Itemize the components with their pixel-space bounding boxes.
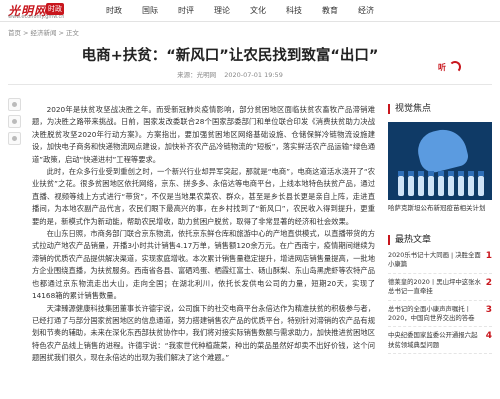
breadcrumb-section[interactable]: 经济新闻 — [30, 29, 56, 37]
article-date: 2020-07-01 19:59 — [224, 71, 283, 79]
vial-shape — [418, 176, 424, 196]
article-source: 来源：光明网 — [177, 71, 217, 79]
list-item-title: 德莱皇的2020丨黑山坪中这张水 总书记一直牵挂 — [388, 277, 481, 296]
listen-button[interactable]: 听 — [438, 61, 461, 76]
nav-item-commentary[interactable]: 时评 — [168, 0, 204, 22]
vial-shape — [448, 176, 454, 196]
main-nav: 时政 国际 时评 理论 文化 科技 教育 经济 — [96, 0, 384, 22]
vial-cap-shape — [398, 171, 404, 176]
nav-item-technology[interactable]: 科技 — [276, 0, 312, 22]
nav-item-theory[interactable]: 理论 — [204, 0, 240, 22]
right-sidebar: 视觉焦点 哈萨克斯坦公布新冠疫苗相关计划 最热文章 2020乐书记十大同画 | … — [388, 104, 492, 358]
list-item-title: 总书记的全面小康声声嘱托丨2020，中国向世界交出的答卷 — [388, 304, 475, 323]
vial-cap-shape — [478, 171, 484, 176]
rank-number: 3 — [485, 304, 492, 315]
vial-cap-shape — [418, 171, 424, 176]
nav-item-education[interactable]: 教育 — [312, 0, 348, 22]
vial-cap-shape — [468, 171, 474, 176]
rank-number: 2 — [485, 277, 492, 288]
qq-share-icon[interactable] — [8, 132, 21, 145]
nav-item-politics[interactable]: 时政 — [96, 0, 132, 22]
weibo-share-icon[interactable] — [8, 115, 21, 128]
vial-cap-shape — [438, 171, 444, 176]
vial-shape — [398, 176, 404, 196]
article-paragraph: 天津臻源健康科技集团董事长许德宇说，公司旗下的社交电商平台永倍达作为精准扶贫的积… — [32, 303, 375, 363]
focus-heading: 视觉焦点 — [388, 104, 492, 114]
list-item[interactable]: 中央纪委国家监委公开通报六起扶贫领域典型问题 4 — [388, 331, 492, 355]
nav-item-culture[interactable]: 文化 — [240, 0, 276, 22]
list-item[interactable]: 总书记的全面小康声声嘱托丨2020，中国向世界交出的答卷 3 — [388, 305, 492, 328]
article-paragraph: 2020年是扶贫攻坚战决胜之年。而受新冠肺炎疫情影响，部分贫困地区面临扶贫农畜牧… — [32, 105, 375, 164]
vial-cap-shape — [408, 171, 414, 176]
article-meta: 来源：光明网 2020-07-01 19:59 — [40, 69, 420, 79]
header-divider — [8, 84, 492, 85]
list-item-title: 2020乐书记十大同画 | 决胜全面小康篇 — [388, 251, 481, 269]
vial-cap-shape — [428, 171, 434, 176]
rank-number: 1 — [485, 251, 492, 261]
nav-item-international[interactable]: 国际 — [132, 0, 168, 22]
vial-shape — [458, 176, 464, 196]
breadcrumb-separator: > — [58, 29, 64, 37]
vial-shape — [478, 176, 484, 196]
hot-articles-heading: 最热文章 — [388, 235, 492, 245]
nav-item-economy[interactable]: 经济 — [348, 0, 384, 22]
listen-label: 听 — [438, 63, 446, 72]
article-paragraph: 在山东日照，市商务部门联合京东物流，依托京东鲜仓库和旅游中心的产地直供模式，以直… — [32, 229, 375, 301]
glove-hand-shape — [413, 124, 471, 176]
breadcrumb: 首页 > 经济新闻 > 正文 — [8, 27, 79, 37]
audio-wave-icon — [449, 61, 461, 73]
list-item[interactable]: 2020乐书记十大同画 | 决胜全面小康篇 1 — [388, 251, 492, 274]
breadcrumb-separator: > — [23, 29, 29, 37]
article-paragraph: 此时，在众多行业受到重创之时，一个新兴行业却异军突起，那就是“电商”，电商这道活… — [32, 167, 375, 226]
vial-shape — [468, 176, 474, 196]
focus-image[interactable] — [388, 122, 492, 200]
vial-shape — [428, 176, 434, 196]
list-item-title: 中央纪委国家监委公开通报六起扶贫领域典型问题 — [388, 331, 478, 349]
article-body: 2020年是扶贫攻坚战决胜之年。而受新冠肺炎疫情影响，部分贫困地区面临扶贫农畜牧… — [32, 104, 375, 365]
logo-url: www.economy.gmw.cn — [8, 14, 65, 20]
vial-cap-shape — [448, 171, 454, 176]
breadcrumb-current: 正文 — [65, 29, 79, 37]
site-logo[interactable]: 光明网 时政 www.economy.gmw.cn — [8, 2, 80, 20]
top-navigation-bar: 光明网 时政 www.economy.gmw.cn 时政 国际 时评 理论 文化… — [0, 0, 500, 22]
vial-shape — [438, 176, 444, 196]
share-bar — [8, 98, 22, 149]
focus-caption[interactable]: 哈萨克斯坦公布新冠疫苗相关计划 — [388, 204, 492, 213]
article-title: 电商+扶贫：“新风口”让农民找到致富“出口” — [81, 48, 379, 64]
rank-number: 4 — [485, 331, 492, 342]
vial-cap-shape — [458, 171, 464, 176]
vial-shape — [408, 176, 414, 196]
list-item[interactable]: 德莱皇的2020丨黑山坪中这张水 总书记一直牵挂 2 — [388, 278, 492, 301]
breadcrumb-home[interactable]: 首页 — [8, 29, 21, 37]
hot-articles-list: 2020乐书记十大同画 | 决胜全面小康篇 1 德莱皇的2020丨黑山坪中这张水… — [388, 251, 492, 355]
wechat-share-icon[interactable] — [8, 98, 21, 111]
